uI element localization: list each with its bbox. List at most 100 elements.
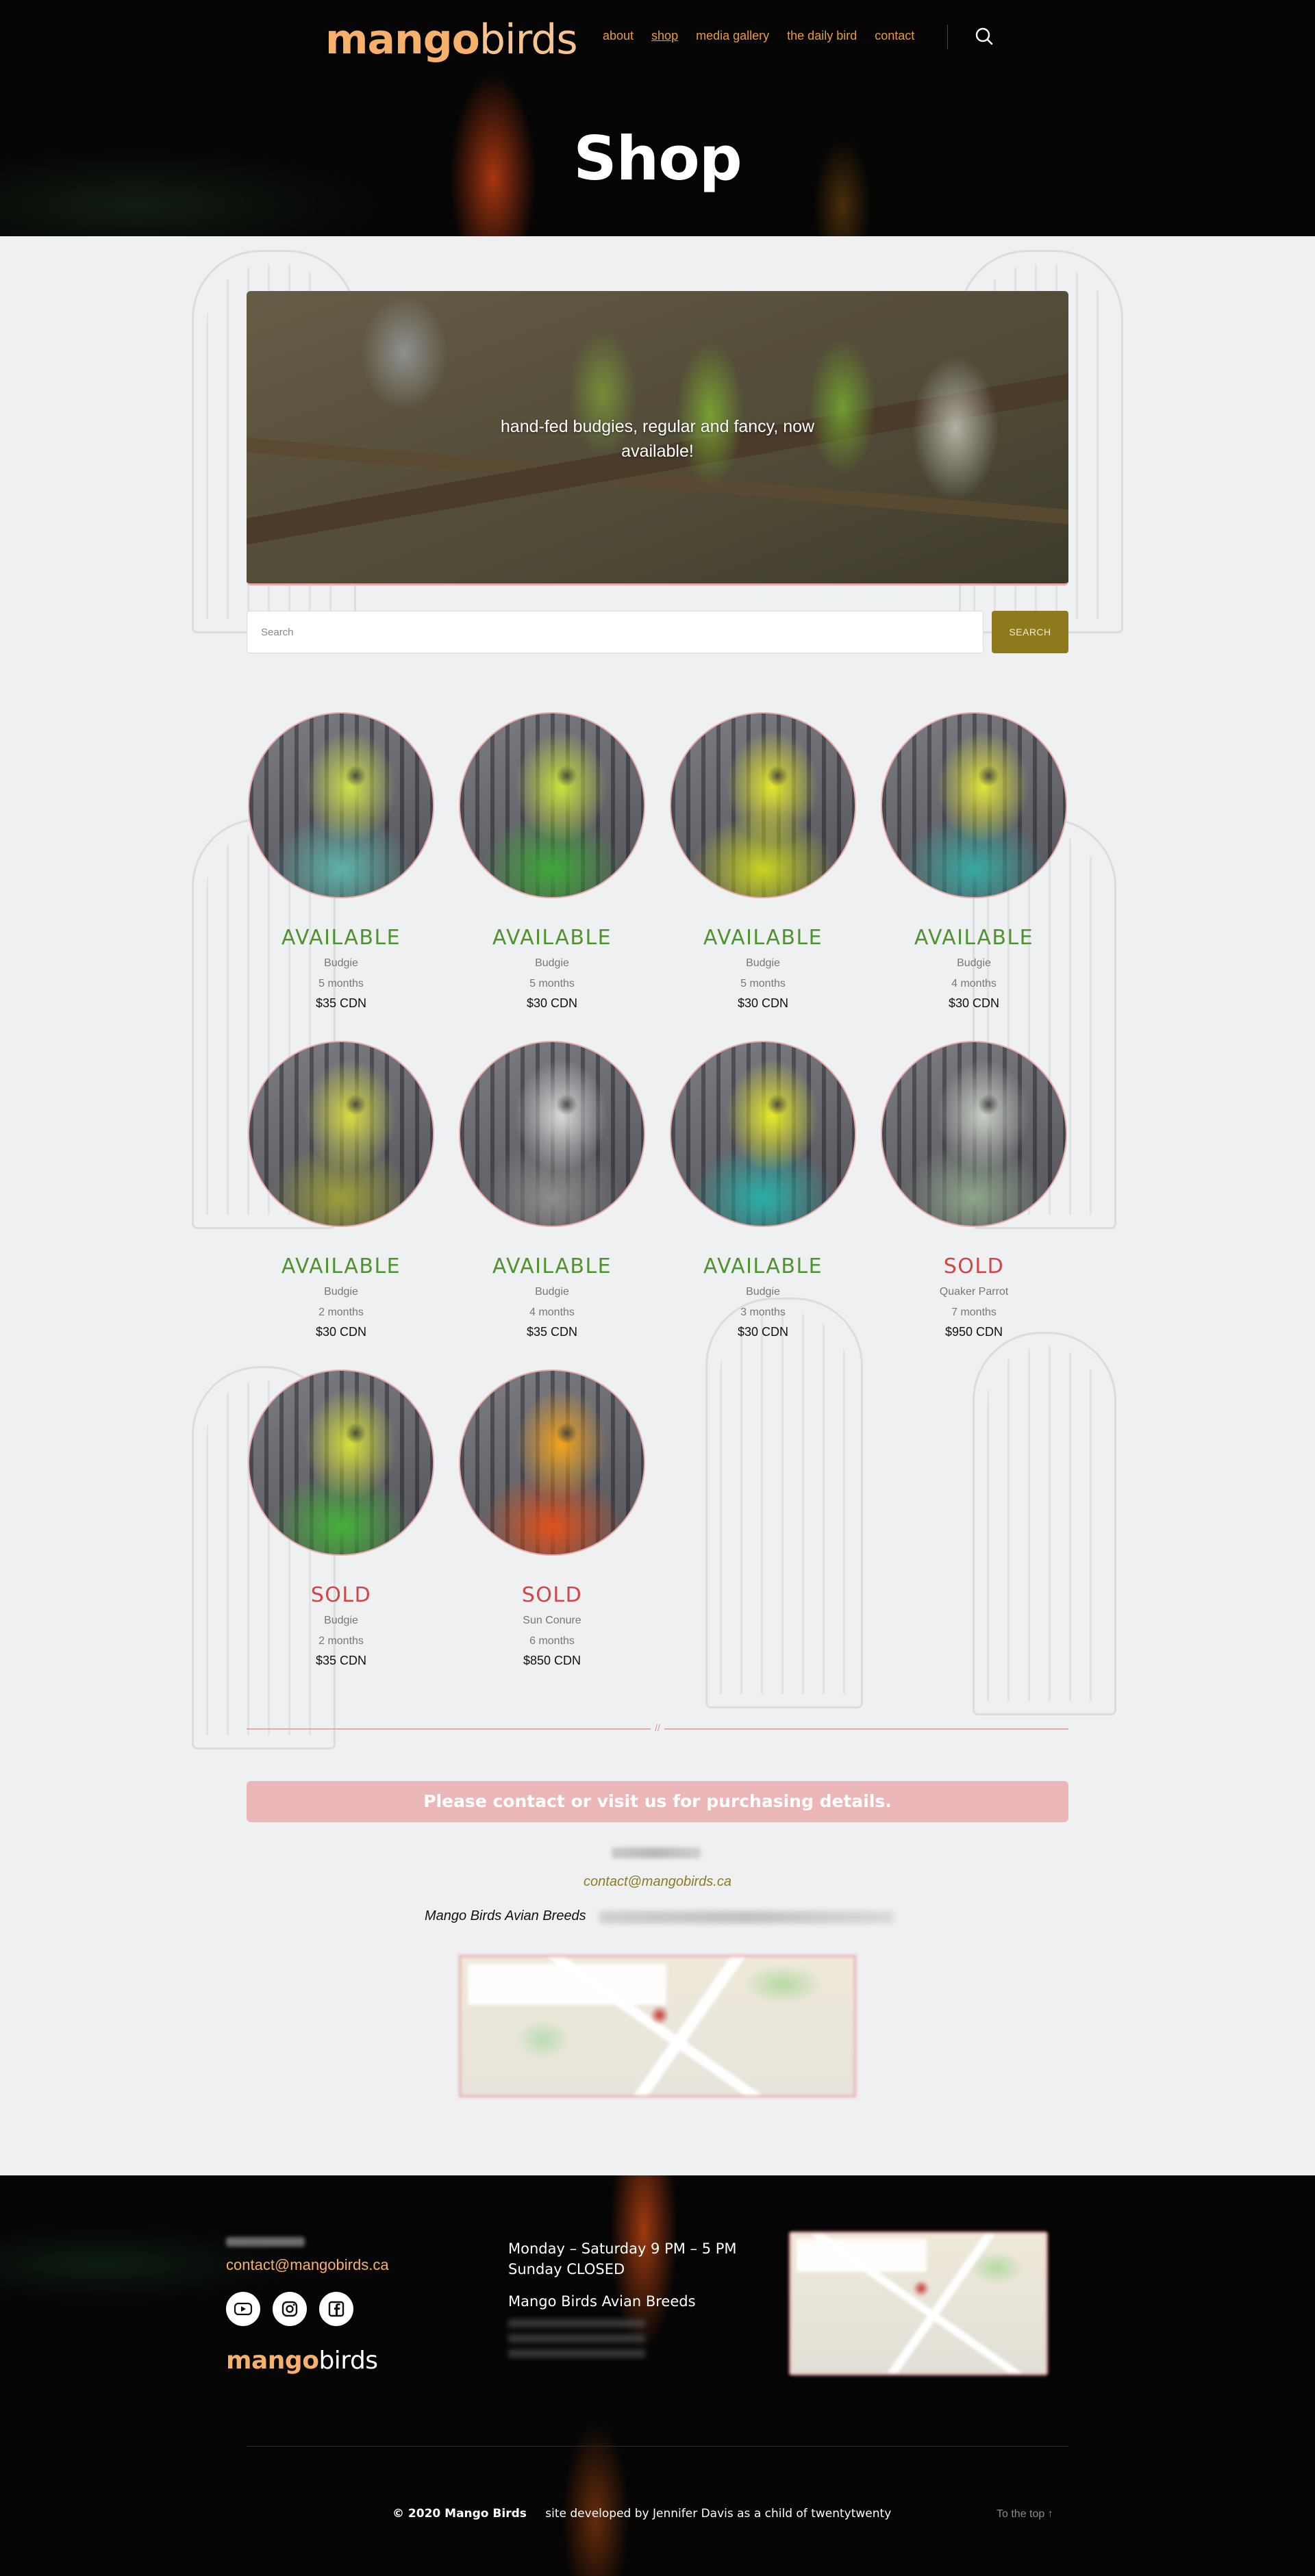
nav-the-daily-bird[interactable]: the daily bird xyxy=(787,29,857,43)
product-species: Budgie xyxy=(746,1286,780,1298)
product-status: AVAILABLE xyxy=(492,926,612,950)
product-status: SOLD xyxy=(943,1254,1005,1278)
top-navigation: mangobirds about shop media gallery the … xyxy=(0,0,1315,75)
developer-signature[interactable]: Jennifer Davis xyxy=(653,2507,734,2521)
product-age: 7 months xyxy=(951,1306,997,1318)
product-image[interactable] xyxy=(459,1369,645,1556)
instagram-icon[interactable] xyxy=(273,2292,307,2326)
background-cage-decoration xyxy=(705,1298,863,1708)
product-image[interactable] xyxy=(459,712,645,898)
address-redacted xyxy=(599,1911,894,1923)
separator-line xyxy=(247,1728,651,1730)
credit-prefix: site developed by xyxy=(545,2507,649,2521)
copyright-line: © 2020 Mango Birds site developed by Jen… xyxy=(392,2507,891,2521)
nav-about[interactable]: about xyxy=(603,29,634,43)
footer-phone-redacted xyxy=(226,2237,305,2247)
promo-banner: hand-fed budgies, regular and fancy, now… xyxy=(247,291,1068,585)
product-status: AVAILABLE xyxy=(703,926,823,950)
contact-email-link[interactable]: contact@mangobirds.ca xyxy=(0,1874,1315,1890)
product-species: Budgie xyxy=(324,1615,358,1626)
footer-location-map[interactable] xyxy=(789,2232,1048,2375)
product-age: 2 months xyxy=(318,1635,364,1647)
product-card: AVAILABLE Budgie 3 months $30 CDN xyxy=(668,1041,857,1339)
product-price: $30 CDN xyxy=(948,996,1000,1010)
product-image[interactable] xyxy=(670,1041,856,1227)
product-card: AVAILABLE Budgie 4 months $35 CDN xyxy=(458,1041,647,1339)
product-species: Budgie xyxy=(324,1286,358,1298)
product-status: SOLD xyxy=(521,1583,583,1607)
menu-divider xyxy=(947,25,948,49)
product-price: $30 CDN xyxy=(737,1325,789,1339)
map-info-card xyxy=(797,2239,927,2272)
product-status: AVAILABLE xyxy=(914,926,1034,950)
product-card: AVAILABLE Budgie 5 months $30 CDN xyxy=(458,712,647,1011)
footer-divider xyxy=(247,2446,1068,2447)
section-separator: // xyxy=(247,1722,1068,1736)
separator-mark: // xyxy=(655,1722,660,1733)
page-title: Shop xyxy=(573,123,742,194)
search-icon[interactable] xyxy=(974,26,994,47)
product-price: $35 CDN xyxy=(315,1654,367,1667)
product-card: AVAILABLE Budgie 5 months $35 CDN xyxy=(247,712,436,1011)
facebook-icon[interactable] xyxy=(319,2292,353,2326)
product-species: Quaker Parrot xyxy=(939,1286,1009,1298)
banner-text: hand-fed budgies, regular and fancy, now… xyxy=(500,417,815,461)
product-price: $950 CDN xyxy=(944,1325,1003,1339)
product-image[interactable] xyxy=(881,1041,1067,1227)
hero-header: mangobirds about shop media gallery the … xyxy=(0,0,1315,236)
product-species: Budgie xyxy=(324,957,358,969)
youtube-icon[interactable] xyxy=(226,2292,260,2326)
phone-number-redacted xyxy=(612,1847,701,1858)
product-card: AVAILABLE Budgie 2 months $30 CDN xyxy=(247,1041,436,1339)
business-name: Mango Birds Avian Breeds xyxy=(425,1908,586,1923)
product-image[interactable] xyxy=(248,712,434,898)
product-price: $850 CDN xyxy=(523,1654,581,1667)
hours-sunday: Sunday CLOSED xyxy=(508,2261,625,2277)
search-input[interactable] xyxy=(247,611,984,653)
product-age: 5 months xyxy=(318,978,364,989)
product-age: 4 months xyxy=(951,978,997,989)
product-card: SOLD Sun Conure 6 months $850 CDN xyxy=(458,1369,647,1668)
product-card: AVAILABLE Budgie 5 months $30 CDN xyxy=(668,712,857,1011)
product-age: 6 months xyxy=(529,1635,575,1647)
separator-line xyxy=(664,1728,1068,1730)
hours-weekday: Monday – Saturday 9 PM – 5 PM xyxy=(508,2240,737,2257)
footer-logo[interactable]: mangobirds xyxy=(226,2347,378,2375)
product-card: AVAILABLE Budgie 4 months $30 CDN xyxy=(879,712,1068,1011)
product-age: 5 months xyxy=(740,978,786,989)
business-hours: Monday – Saturday 9 PM – 5 PM Sunday CLO… xyxy=(508,2238,737,2280)
location-map[interactable] xyxy=(459,1955,856,2097)
search-button[interactable]: SEARCH xyxy=(992,611,1068,653)
product-image[interactable] xyxy=(881,712,1067,898)
copyright-text: © 2020 Mango Birds xyxy=(392,2507,527,2521)
product-species: Budgie xyxy=(535,1286,569,1298)
product-price: $30 CDN xyxy=(737,996,789,1010)
product-status: AVAILABLE xyxy=(703,1254,823,1278)
product-card: SOLD Budgie 2 months $35 CDN xyxy=(247,1369,436,1668)
product-price: $30 CDN xyxy=(526,996,578,1010)
footer-email-link[interactable]: contact@mangobirds.ca xyxy=(226,2256,389,2274)
to-top-link[interactable]: To the top ↑ xyxy=(997,2508,1053,2521)
product-price: $35 CDN xyxy=(526,1325,578,1339)
nav-contact[interactable]: contact xyxy=(875,29,914,43)
product-status: AVAILABLE xyxy=(492,1254,612,1278)
nav-media-gallery[interactable]: media gallery xyxy=(696,29,769,43)
footer-business-name: Mango Birds Avian Breeds xyxy=(508,2293,696,2310)
nav-shop[interactable]: shop xyxy=(651,29,678,43)
product-status: AVAILABLE xyxy=(281,926,401,950)
product-species: Budgie xyxy=(957,957,991,969)
product-image[interactable] xyxy=(670,712,856,898)
credit-suffix: as a child of twentytwenty xyxy=(737,2507,892,2521)
product-price: $30 CDN xyxy=(315,1325,367,1339)
site-logo[interactable]: mangobirds xyxy=(325,19,578,60)
footer-address-redacted xyxy=(508,2319,645,2360)
product-image[interactable] xyxy=(248,1369,434,1556)
product-search: SEARCH xyxy=(247,611,1068,653)
product-age: 2 months xyxy=(318,1306,364,1318)
product-status: SOLD xyxy=(310,1583,372,1607)
product-card: SOLD Quaker Parrot 7 months $950 CDN xyxy=(879,1041,1068,1339)
product-status: AVAILABLE xyxy=(281,1254,401,1278)
product-image[interactable] xyxy=(459,1041,645,1227)
shop-main: hand-fed budgies, regular and fancy, now… xyxy=(0,236,1315,2175)
product-image[interactable] xyxy=(248,1041,434,1227)
